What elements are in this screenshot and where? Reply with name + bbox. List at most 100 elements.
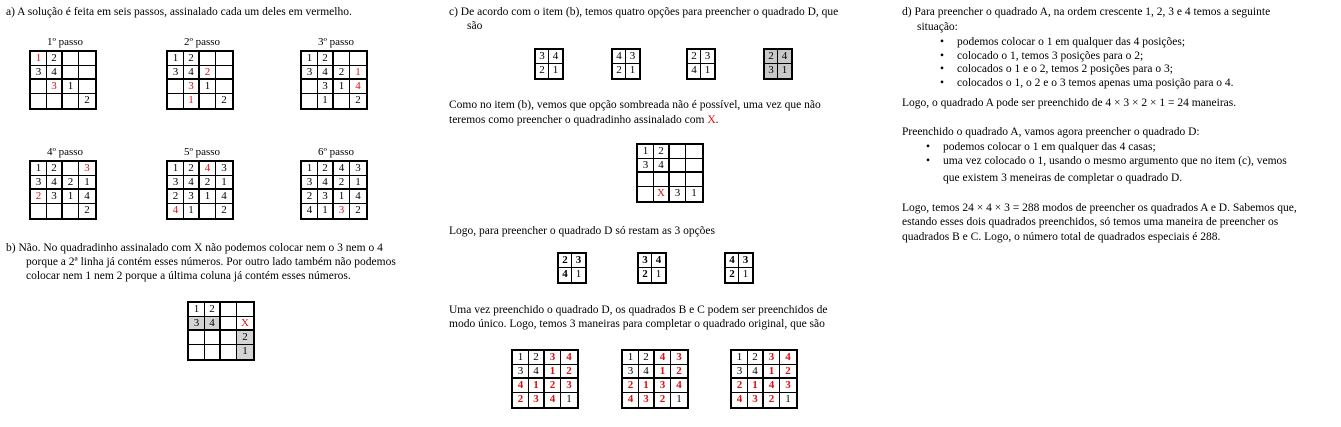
grid-cell: 2	[221, 204, 227, 216]
grid-cell: 2	[318, 52, 334, 66]
bullet-item: colocados o 1, o 2 e o 3 temos apenas um…	[940, 77, 1234, 91]
grid-cell	[686, 159, 702, 173]
grid-cell: 1	[742, 268, 749, 280]
grid-cell: 3	[639, 393, 655, 407]
bullet-item: uma vez colocado o 1, usando o mesmo arg…	[926, 155, 1287, 169]
grid-cell: 4	[529, 365, 545, 379]
grid-cell	[638, 173, 654, 187]
bullet-item: colocado o 1, temos 3 posições para o 2;	[940, 50, 1234, 64]
quadrant-option: 4321	[611, 48, 641, 80]
part-d-final-line-2: estando esses dois quadrados preenchidos…	[902, 216, 1279, 228]
grid-cell: 1	[638, 145, 654, 159]
grid-cell: 3	[739, 254, 752, 268]
grid-cell: 4	[654, 159, 670, 173]
part-c-intro-line-1: c) De acordo com o item (b), temos quatr…	[449, 6, 839, 18]
grid-cell: 3	[623, 365, 639, 379]
grid-cell: 3	[536, 50, 549, 64]
grid-cell	[670, 159, 686, 173]
grid-cell: 1	[200, 190, 216, 204]
grid-cell	[654, 173, 670, 187]
grid-cell	[221, 331, 237, 345]
grid-cell: 2	[334, 176, 350, 190]
grid-cell: 4	[205, 317, 221, 331]
grid-cell: 2	[237, 331, 253, 345]
grid-cell: 4	[559, 268, 572, 282]
quadrant-option: 2431	[763, 48, 793, 80]
grid-cell: 3	[670, 187, 686, 201]
grid-cell: 3	[561, 379, 577, 393]
grid-cell: 1	[778, 64, 791, 78]
step-grid: 124334212314412	[166, 160, 234, 220]
grid-cell: 3	[47, 190, 63, 204]
grid-cell	[168, 94, 184, 108]
grid-cell: 2	[200, 66, 216, 80]
grid-cell: 1	[63, 80, 79, 94]
grid-cell: 2	[639, 268, 652, 282]
grid-cell	[31, 204, 47, 218]
grid-cell: 1	[302, 162, 318, 176]
grid-cell: 2	[84, 204, 90, 216]
grid-cell: 2	[688, 50, 701, 64]
grid-cell: 4	[778, 50, 791, 64]
grid-cell	[79, 80, 95, 94]
step-label: 1º passo	[46, 36, 84, 48]
grid-cell	[670, 173, 686, 187]
grid-cell: 2	[671, 365, 687, 379]
grid-cell: 4	[613, 50, 626, 64]
grid-cell: 1	[764, 365, 780, 379]
grid-cell: 2	[302, 190, 318, 204]
grid-cell: 1	[334, 80, 350, 94]
step-grid: 123342123142	[29, 160, 97, 220]
grid-cell: 1	[529, 379, 545, 393]
grid-cell: 4	[726, 254, 739, 268]
grid-cell: 4	[184, 176, 200, 190]
grid-cell: 2	[764, 393, 780, 407]
grid-cell: 1	[676, 393, 682, 405]
grid-cell: 4	[168, 204, 184, 218]
grid-cell: 4	[79, 190, 95, 204]
grid-cell: 3	[318, 190, 334, 204]
grid-cell: 1	[350, 176, 366, 190]
grid-cell: 3	[302, 66, 318, 80]
grid-cell: 1	[655, 268, 662, 280]
grid-cell: 1	[63, 190, 79, 204]
step-label: 3º passo	[317, 36, 355, 48]
grid-cell: 4	[655, 351, 671, 365]
grid-cell: 1	[79, 176, 95, 190]
grid-cell: 4	[318, 66, 334, 80]
grid-cell: 2	[654, 145, 670, 159]
remaining-option: 3421	[637, 252, 667, 284]
grid-cell: 1	[350, 66, 366, 80]
grid-cell: 1	[168, 52, 184, 66]
grid-cell: 2	[168, 190, 184, 204]
grid-cell: 3	[529, 393, 545, 407]
grid-cell	[79, 52, 95, 66]
grid-cell: 3	[216, 162, 232, 176]
grid-cell: X	[654, 187, 670, 201]
grid-cell	[200, 94, 216, 108]
grid-cell: 4	[639, 365, 655, 379]
grid-cell: 1	[552, 64, 559, 76]
grid-cell: 2	[355, 204, 361, 216]
grid-cell: 3	[513, 365, 529, 379]
grid-cell: 4	[350, 190, 366, 204]
remaining-option: 2341	[557, 252, 587, 284]
grid-cell: 2	[623, 379, 639, 393]
grid-cell: 4	[216, 190, 232, 204]
grid-cell: 4	[652, 254, 665, 268]
grid-cell: 2	[655, 393, 671, 407]
grid-cell: 3	[638, 159, 654, 173]
grid-cell: 2	[536, 64, 549, 78]
grid-cell: 1	[168, 162, 184, 176]
grid-cell	[216, 80, 232, 94]
part-c-para-3: Logo, para preencher o quadrado D só res…	[449, 225, 715, 237]
grid-cell: 3	[655, 379, 671, 393]
part-b-line-3: colocar nem 1 nem 2 porque a última colu…	[26, 270, 351, 282]
grid-cell	[189, 345, 205, 359]
grid-cell: 1	[513, 351, 529, 365]
quadrant-option: 3421	[534, 48, 564, 80]
final-square: 1234341221434321	[730, 349, 798, 409]
grid-cell: 3	[572, 254, 585, 268]
grid-cell: 1	[691, 187, 697, 199]
final-square: 1243341221344321	[621, 349, 689, 409]
